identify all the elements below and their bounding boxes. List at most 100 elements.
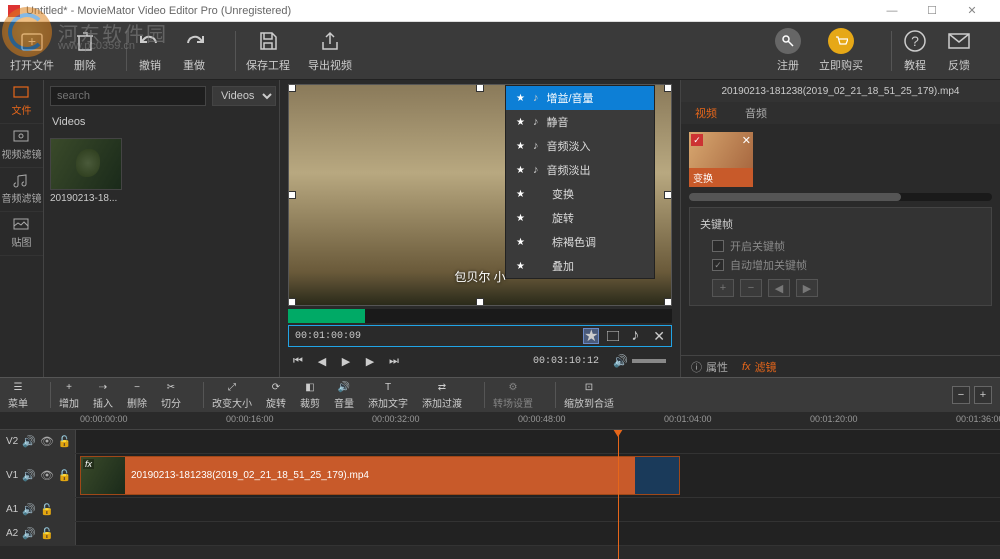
skip-end-button[interactable]: ⏭ [384,352,404,370]
buy-now-button[interactable]: 立即购买 [819,28,863,73]
tab-sticker[interactable]: 贴图 [0,212,43,256]
check-icon: ✓ [691,134,703,146]
next-frame-button[interactable]: ▶ [360,352,380,370]
search-input[interactable] [50,86,206,106]
tl-trans-settings-button[interactable]: ⚙转场设置 [493,381,533,410]
effects-scrollbar[interactable] [689,193,992,201]
feedback-button[interactable]: 反馈 [946,28,972,73]
tutorial-button[interactable]: ? 教程 [902,28,928,73]
tl-cut-button[interactable]: ✂切分 [161,381,181,410]
resize-handle-tm[interactable] [476,84,484,92]
tl-fit-button[interactable]: ⊡缩放到合适 [564,381,614,410]
kf-add-button[interactable]: + [712,279,734,297]
resize-handle-br[interactable] [664,298,672,306]
zoom-in-button[interactable]: + [974,386,992,404]
timeline-clip[interactable]: fx 20190213-181238(2019_02_21_18_51_25_1… [80,456,680,495]
ctx-item-transform[interactable]: ★变换 [506,182,654,206]
mute-icon[interactable]: 🔊 [22,503,36,516]
playhead[interactable] [618,430,619,559]
tl-insert-button[interactable]: ⇢插入 [93,381,113,410]
tl-crop-button[interactable]: ◧裁剪 [300,381,320,410]
ctx-item-fadein[interactable]: ★♪音频淡入 [506,134,654,158]
redo-button[interactable]: 重做 [181,28,207,73]
lock-icon[interactable]: 🔓 [40,527,54,540]
resize-handle-bm[interactable] [476,298,484,306]
undo-button[interactable]: 撤销 [137,28,163,73]
track-body-v2[interactable] [76,430,1000,453]
window-maximize-button[interactable]: ☐ [912,4,952,17]
remove-effect-icon[interactable]: ✕ [742,134,751,147]
footer-effects-tab[interactable]: fx滤镜 [742,359,777,375]
tab-audio-fx[interactable]: 音频滤镜 [0,168,43,212]
window-titlebar: Untitled* - MovieMator Video Editor Pro … [0,0,1000,22]
rp-tab-video[interactable]: 视频 [681,102,731,124]
clip-fx-badge: fx [83,459,94,469]
track-body-v1[interactable]: fx 20190213-181238(2019_02_21_18_51_25_1… [76,454,1000,497]
preview-viewport[interactable]: 包贝尔 小 ★♪增益/音量 ★♪静音 ★♪音频淡入 ★♪音频淡出 ★变换 ★旋转… [288,84,672,306]
tab-file[interactable]: 文件 [0,80,43,124]
enable-keyframe-checkbox[interactable] [712,240,724,252]
filter-audio-button[interactable]: ♪ [627,328,643,344]
tl-text-button[interactable]: T添加文字 [368,381,408,410]
open-file-button[interactable]: + 打开文件 [10,28,54,73]
window-close-button[interactable]: ✕ [952,4,992,17]
volume-icon[interactable]: 🔊 [613,354,628,368]
prev-frame-button[interactable]: ◀ [312,352,332,370]
filter-video-button[interactable] [605,328,621,344]
ctx-item-fadeout[interactable]: ★♪音频淡出 [506,158,654,182]
skip-start-button[interactable]: ⏮ [288,352,308,370]
preview-scrubber[interactable] [288,309,672,323]
tl-append-button[interactable]: +增加 [59,381,79,410]
ctx-item-overlay[interactable]: ★叠加 [506,254,654,278]
category-select[interactable]: Videos [212,86,276,106]
media-thumb[interactable]: 20190213-18... [50,138,122,204]
lock-icon[interactable]: 🔓 [58,469,72,482]
kf-remove-button[interactable]: − [740,279,762,297]
play-button[interactable]: ▶ [336,352,356,370]
auto-keyframe-checkbox[interactable]: ✓ [712,259,724,271]
tl-transition-button[interactable]: ⇄添加过渡 [422,381,462,410]
track-body-a2[interactable] [76,522,1000,545]
window-minimize-button[interactable]: — [872,5,912,17]
register-button[interactable]: 注册 [775,28,801,73]
save-project-button[interactable]: 保存工程 [246,28,290,73]
tab-video-fx[interactable]: 视频滤镜 [0,124,43,168]
ctx-item-rotate[interactable]: ★旋转 [506,206,654,230]
rp-tab-audio[interactable]: 音频 [731,102,781,124]
kf-next-button[interactable]: ▶ [796,279,818,297]
effect-chip-transform[interactable]: ✓ ✕ 变换 [689,132,753,187]
footer-properties-tab[interactable]: ⓘ属性 [691,359,728,375]
resize-handle-mr[interactable] [664,191,672,199]
kf-prev-button[interactable]: ◀ [768,279,790,297]
ctx-item-mute[interactable]: ★♪静音 [506,110,654,134]
close-filter-button[interactable]: ✕ [653,328,665,345]
ctx-item-sepia[interactable]: ★棕褐色调 [506,230,654,254]
resize-handle-bl[interactable] [288,298,296,306]
resize-handle-tr[interactable] [664,84,672,92]
save-icon [255,28,281,54]
volume-slider[interactable] [632,359,666,363]
ctx-item-gain[interactable]: ★♪增益/音量 [506,86,654,110]
tl-volume-button[interactable]: 🔊音量 [334,381,354,410]
mute-icon[interactable]: 🔊 [22,527,36,540]
eye-icon[interactable]: 👁 [40,435,54,448]
track-body-a1[interactable] [76,498,1000,521]
resize-handle-ml[interactable] [288,191,296,199]
delete-button[interactable]: 删除 [72,28,98,73]
mute-icon[interactable]: 🔊 [22,435,36,448]
eye-icon[interactable]: 👁 [40,469,54,482]
mute-icon[interactable]: 🔊 [22,469,36,482]
tl-resize-button[interactable]: ⤢改变大小 [212,381,252,410]
lock-icon[interactable]: 🔓 [58,435,72,448]
timeline-ruler[interactable]: 00:00:00:00 00:00:16:00 00:00:32:00 00:0… [0,412,1000,430]
tl-menu-button[interactable]: ☰菜单 [8,381,28,410]
zoom-out-button[interactable]: − [952,386,970,404]
export-video-button[interactable]: 导出视频 [308,28,352,73]
tl-rotate-button[interactable]: ⟳旋转 [266,381,286,410]
filter-star-button[interactable]: ★ [583,328,599,344]
star-icon: ★ [516,189,525,200]
tl-delete-button[interactable]: −删除 [127,381,147,410]
resize-handle-tl[interactable] [288,84,296,92]
lock-icon[interactable]: 🔓 [40,503,54,516]
effects-context-menu: ★♪增益/音量 ★♪静音 ★♪音频淡入 ★♪音频淡出 ★变换 ★旋转 ★棕褐色调… [505,85,655,279]
